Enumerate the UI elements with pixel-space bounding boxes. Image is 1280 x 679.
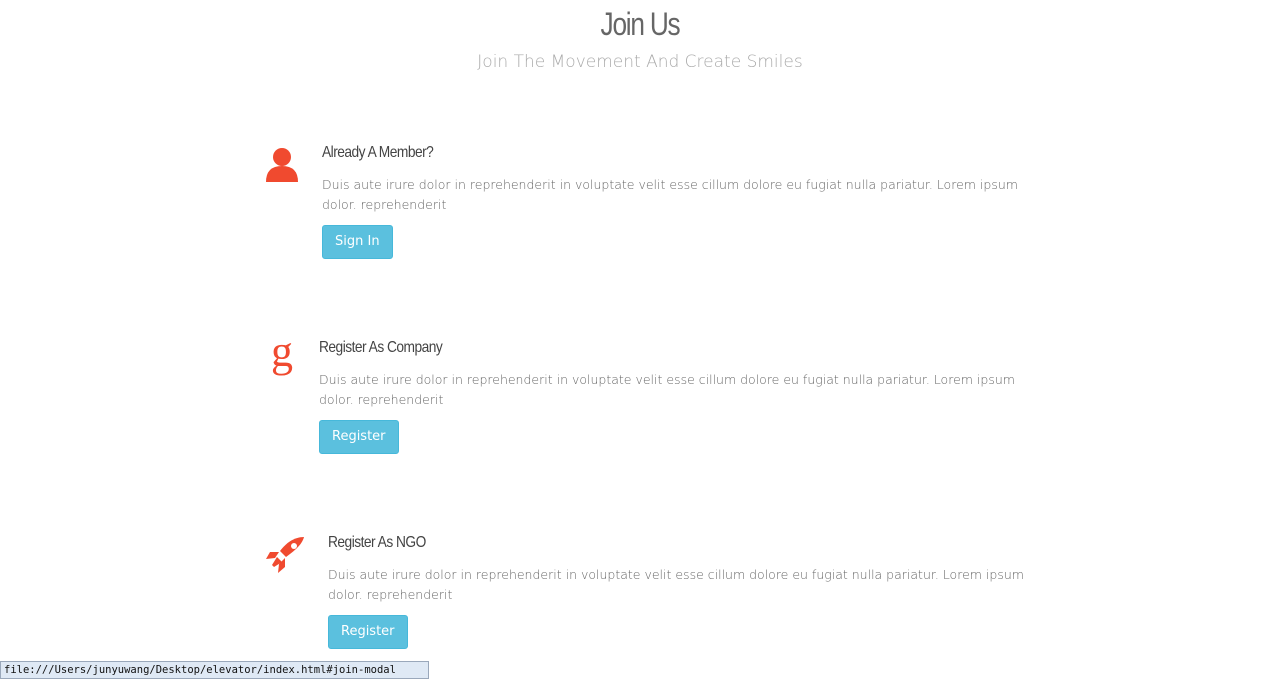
status-bar-url: file:///Users/junyuwang/Desktop/elevator…	[0, 661, 429, 679]
user-icon	[264, 146, 300, 188]
section-description: Duis aute irure dolor in reprehenderit i…	[319, 372, 1015, 407]
ngo-section: Register As NGO Duis aute irure dolor in…	[264, 533, 1024, 653]
svg-text:g: g	[271, 334, 293, 376]
member-section: Already A Member? Duis aute irure dolor …	[264, 143, 1024, 263]
register-company-button[interactable]: Register	[319, 420, 399, 454]
section-description: Duis aute irure dolor in reprehenderit i…	[328, 567, 1024, 602]
section-title: Register As NGO	[328, 534, 426, 551]
google-g-icon: g	[266, 327, 298, 382]
rocket-icon	[264, 535, 308, 581]
company-section: g Register As Company Duis aute irure do…	[264, 327, 1024, 458]
page-subtitle: Join The Movement And Create Smiles	[477, 52, 803, 72]
section-title: Register As Company	[319, 339, 443, 356]
sign-in-button[interactable]: Sign In	[322, 225, 393, 259]
section-title: Already A Member?	[322, 144, 434, 161]
register-ngo-button[interactable]: Register	[328, 615, 408, 649]
section-description: Duis aute irure dolor in reprehenderit i…	[322, 177, 1018, 212]
page-title: Join Us	[600, 6, 681, 42]
